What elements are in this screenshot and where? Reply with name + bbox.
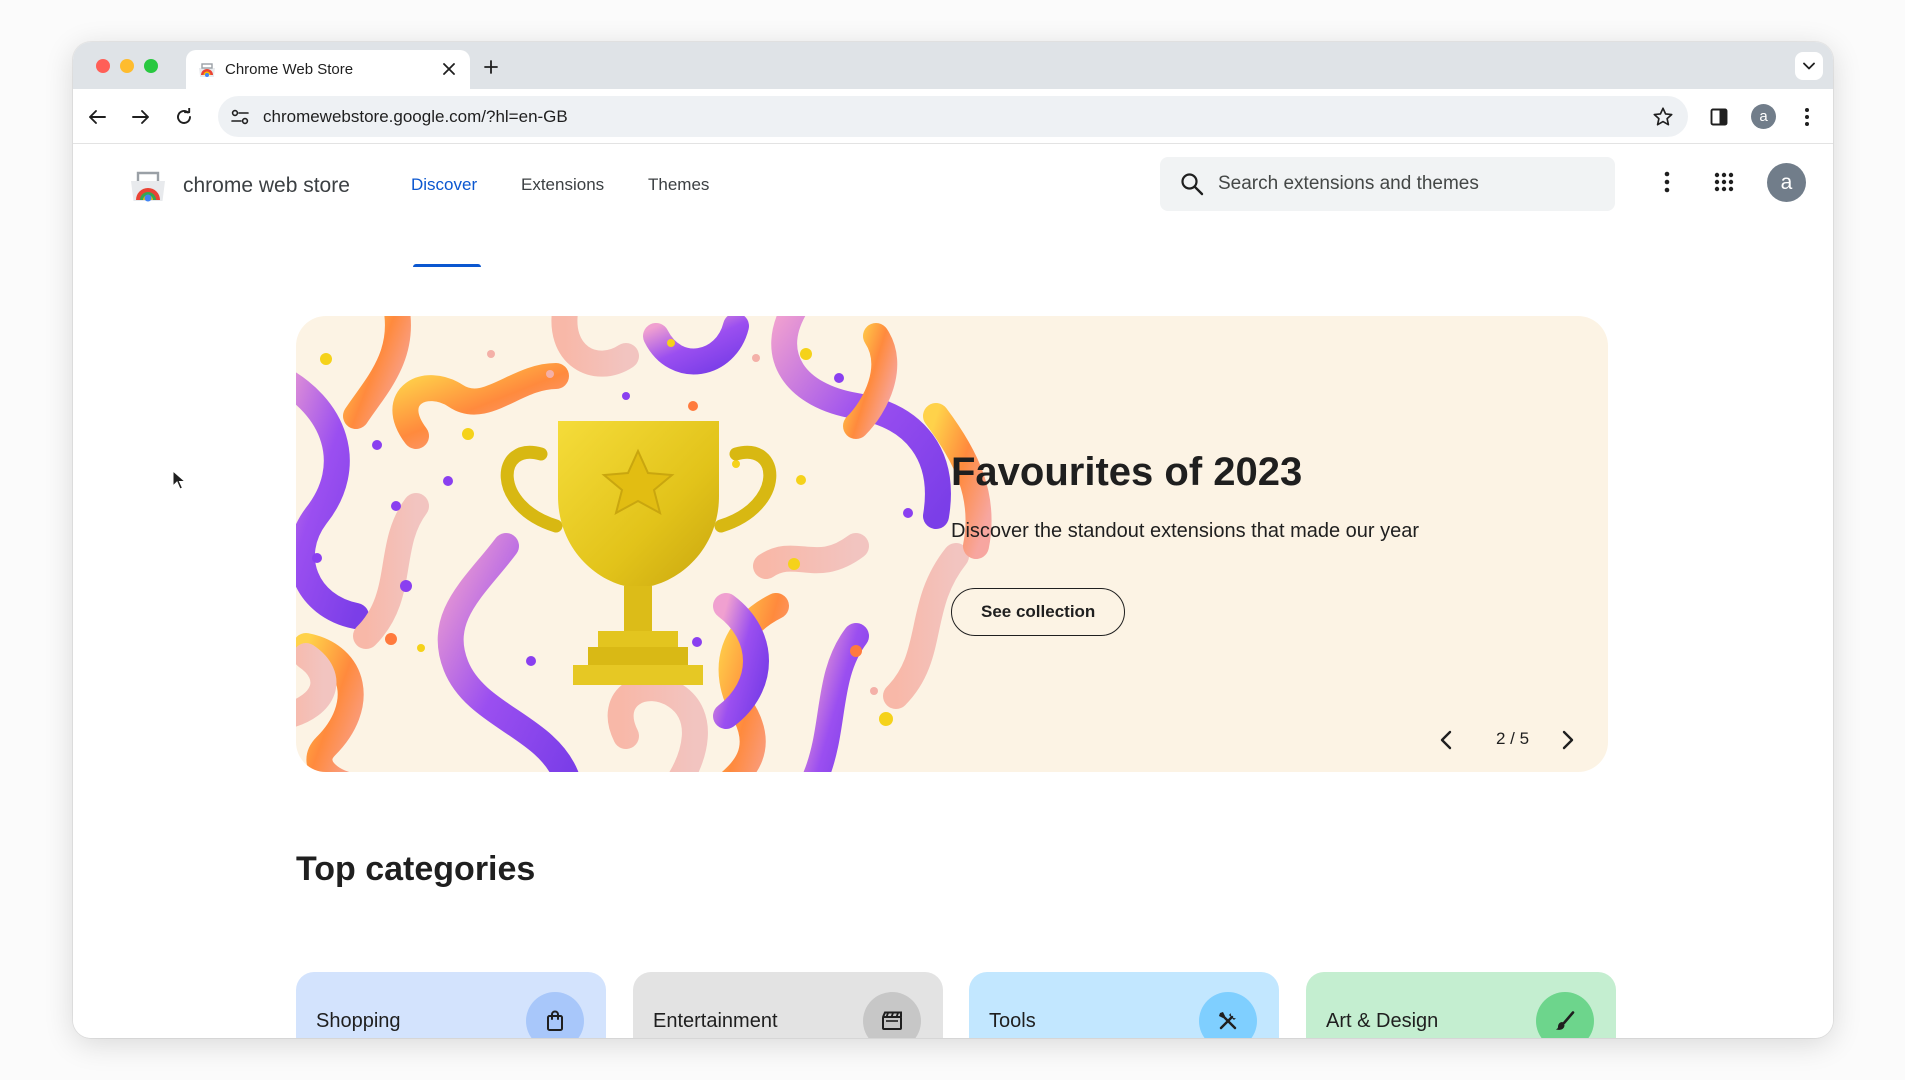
carousel-next-chevron-icon[interactable] <box>1554 726 1582 754</box>
tab-search-chevron-icon[interactable] <box>1795 52 1823 80</box>
new-tab-icon[interactable] <box>479 55 503 79</box>
web-page: chrome web store Discover Extensions The… <box>73 144 1833 1038</box>
search-box[interactable] <box>1160 157 1615 211</box>
clapperboard-icon <box>863 992 921 1038</box>
back-arrow-icon[interactable] <box>83 103 111 131</box>
category-art-design[interactable]: Art & Design <box>1306 972 1616 1038</box>
chrome-web-store-icon <box>199 63 215 77</box>
profile-avatar[interactable]: a <box>1751 104 1776 129</box>
nav-discover[interactable]: Discover <box>411 175 477 195</box>
bookmark-star-icon[interactable] <box>1650 104 1676 130</box>
account-avatar[interactable]: a <box>1767 163 1806 202</box>
search-input[interactable] <box>1218 157 1603 211</box>
carousel-prev-chevron-icon[interactable] <box>1432 726 1460 754</box>
hero-subtitle: Discover the standout extensions that ma… <box>951 520 1420 542</box>
window-maximize-button[interactable] <box>144 59 158 73</box>
mouse-cursor-icon <box>172 470 186 490</box>
category-entertainment[interactable]: Entertainment <box>633 972 943 1038</box>
tools-icon <box>1199 992 1257 1038</box>
url-text[interactable]: chromewebstore.google.com/?hl=en-GB <box>263 107 568 127</box>
store-logo-text[interactable]: chrome web store <box>183 174 350 198</box>
hero-title: Favourites of 2023 <box>951 450 1303 494</box>
category-label: Shopping <box>316 1010 401 1032</box>
brush-icon <box>1536 992 1594 1038</box>
category-label: Art & Design <box>1326 1010 1439 1032</box>
see-collection-button[interactable]: See collection <box>951 588 1126 636</box>
forward-arrow-icon[interactable] <box>127 103 155 131</box>
google-apps-grid-icon[interactable] <box>1710 168 1738 196</box>
nav-active-indicator <box>413 264 481 267</box>
browser-window: Chrome Web Store chromewebstore.google.c… <box>73 42 1833 1038</box>
category-tools[interactable]: Tools <box>969 972 1279 1038</box>
trophy-illustration <box>296 316 992 772</box>
carousel-pause-icon[interactable] <box>1603 726 1608 754</box>
address-bar[interactable]: chromewebstore.google.com/?hl=en-GB <box>218 96 1688 137</box>
browser-toolbar: chromewebstore.google.com/?hl=en-GB a <box>73 89 1833 144</box>
browser-menu-kebab-icon[interactable] <box>1793 103 1821 131</box>
search-icon <box>1181 173 1204 196</box>
category-label: Entertainment <box>653 1010 778 1032</box>
shopping-bag-icon <box>526 992 584 1038</box>
category-shopping[interactable]: Shopping <box>296 972 606 1038</box>
top-categories-heading: Top categories <box>296 850 536 888</box>
tab-strip: Chrome Web Store <box>73 42 1833 89</box>
tab-title: Chrome Web Store <box>225 61 354 78</box>
desktop: Chrome Web Store chromewebstore.google.c… <box>0 0 1905 1080</box>
site-info-tune-icon[interactable] <box>228 105 252 129</box>
store-more-kebab-icon[interactable] <box>1653 168 1681 196</box>
tab-close-icon[interactable] <box>438 58 460 80</box>
carousel-position: 2 / 5 <box>1496 729 1530 748</box>
nav-extensions[interactable]: Extensions <box>521 175 604 195</box>
chrome-web-store-logo-icon <box>131 171 165 202</box>
side-panel-icon[interactable] <box>1705 103 1733 131</box>
reload-icon[interactable] <box>170 103 198 131</box>
window-close-button[interactable] <box>96 59 110 73</box>
hero-carousel: Favourites of 2023 Discover the standout… <box>296 316 1608 772</box>
window-minimize-button[interactable] <box>120 59 134 73</box>
browser-tab[interactable]: Chrome Web Store <box>186 50 470 89</box>
category-label: Tools <box>989 1010 1036 1032</box>
nav-themes[interactable]: Themes <box>648 175 709 195</box>
